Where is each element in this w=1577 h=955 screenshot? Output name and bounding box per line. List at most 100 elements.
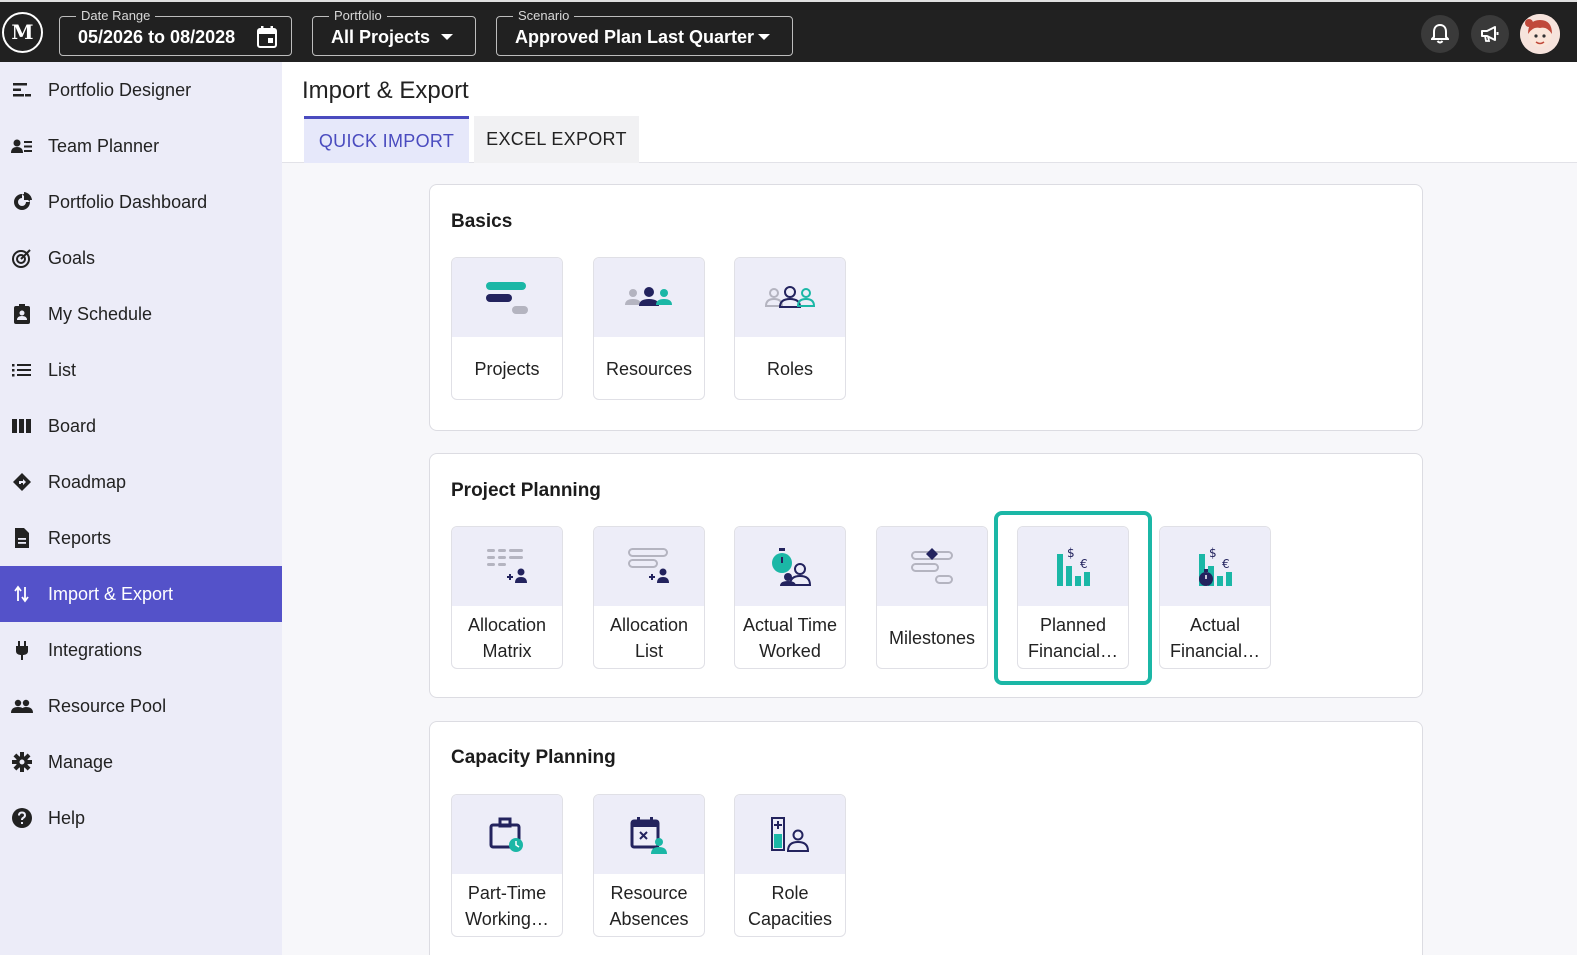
reports-icon xyxy=(11,527,33,549)
allocation-list-icon xyxy=(628,547,669,583)
sidebar-item-manage[interactable]: Manage xyxy=(0,734,282,790)
sidebar-item-reports[interactable]: Reports xyxy=(0,510,282,566)
tile-label: Resources xyxy=(605,359,693,379)
tile-milestones[interactable]: Milestones xyxy=(876,526,988,669)
sidebar-item-import-export[interactable]: Import & Export xyxy=(0,566,282,622)
schedule-icon xyxy=(11,303,33,325)
team-planner-icon xyxy=(11,135,33,157)
user-avatar[interactable] xyxy=(1520,14,1560,54)
sidebar-item-label: Integrations xyxy=(48,640,143,660)
tile-part-time-working[interactable]: Part-Time Working… xyxy=(451,794,563,937)
announcements-button[interactable] xyxy=(1471,15,1509,53)
role-capacities-icon xyxy=(771,816,810,852)
sidebar-item-label: My Schedule xyxy=(48,304,153,324)
sidebar-item-board[interactable]: Board xyxy=(0,398,282,454)
megaphone-icon xyxy=(1481,26,1499,42)
sidebar-item-integrations[interactable]: Integrations xyxy=(0,622,282,678)
tile-resources[interactable]: Resources xyxy=(593,257,705,400)
sidebar-item-label: Import & Export xyxy=(48,584,174,604)
sidebar-item-label: Team Planner xyxy=(48,136,160,156)
tile-projects[interactable]: Projects xyxy=(451,257,563,400)
import-export-icon xyxy=(11,583,33,605)
capacity-planning-section: Capacity Planning Part-Time Working… Res… xyxy=(429,721,1423,955)
page-title: Import & Export xyxy=(302,77,469,104)
tile-label: Resource Absences xyxy=(609,883,689,929)
sidebar-item-list[interactable]: List xyxy=(0,342,282,398)
briefcase-clock-icon xyxy=(489,817,523,852)
sidebar-item-portfolio-designer[interactable]: Portfolio Designer xyxy=(0,62,282,118)
bell-icon xyxy=(1431,24,1449,44)
list-icon xyxy=(11,359,33,381)
tile-allocation-matrix[interactable]: Allocation Matrix xyxy=(451,526,563,669)
sidebar-item-help[interactable]: Help xyxy=(0,790,282,846)
page-header: Import & Export QUICK IMPORT EXCEL EXPOR… xyxy=(282,62,1577,163)
help-icon xyxy=(11,807,33,829)
calendar-icon[interactable] xyxy=(257,26,277,53)
resource-pool-icon xyxy=(11,695,33,717)
sidebar-item-label: Portfolio Dashboard xyxy=(48,192,208,212)
sidebar-item-label: Roadmap xyxy=(48,472,127,492)
sidebar-item-label: Board xyxy=(48,416,97,436)
tile-label: Actual Financial… xyxy=(1169,615,1261,661)
tile-role-capacities[interactable]: Role Capacities xyxy=(734,794,846,937)
tile-label: Part-Time Working… xyxy=(465,883,549,929)
chevron-down-icon xyxy=(441,34,453,40)
portfolio-value: All Projects xyxy=(331,27,431,47)
sidebar-item-label: Reports xyxy=(48,528,112,548)
sidebar-item-resource-pool[interactable]: Resource Pool xyxy=(0,678,282,734)
tile-actual-financials[interactable]: $ € Actual Financial… xyxy=(1159,526,1271,669)
sidebar-item-label: Portfolio Designer xyxy=(48,80,192,100)
tile-actual-time-worked[interactable]: Actual Time Worked xyxy=(734,526,846,669)
date-range-picker[interactable]: Date Range 05/2026 to 08/2028 xyxy=(59,8,292,56)
scenario-value: Approved Plan Last Quarter xyxy=(515,27,755,47)
project-planning-section: Project Planning Allocation Matrix Alloc… xyxy=(429,453,1423,698)
scenario-label: Scenario xyxy=(513,8,575,24)
roles-icon xyxy=(764,285,816,308)
sidebar-item-portfolio-dashboard[interactable]: Portfolio Dashboard xyxy=(0,174,282,230)
allocation-matrix-icon xyxy=(487,548,527,583)
tile-roles[interactable]: Roles xyxy=(734,257,846,400)
chevron-down-icon xyxy=(758,34,770,40)
tile-resource-absences[interactable]: Resource Absences xyxy=(593,794,705,937)
app-logo[interactable]: M xyxy=(2,12,43,53)
tile-label: Role Capacities xyxy=(747,883,833,929)
portfolio-label: Portfolio xyxy=(329,8,387,24)
board-icon xyxy=(11,415,33,437)
gear-icon xyxy=(11,751,33,773)
svg-text:€: € xyxy=(1222,557,1230,571)
sidebar-item-label: Help xyxy=(48,808,86,828)
sidebar: Portfolio Designer Team Planner Portfoli… xyxy=(0,62,282,955)
selection-highlight xyxy=(994,511,1152,685)
tab-quick-import[interactable]: QUICK IMPORT xyxy=(304,116,469,163)
section-title: Basics xyxy=(451,211,513,232)
tile-label: Milestones xyxy=(888,628,976,648)
sidebar-item-roadmap[interactable]: Roadmap xyxy=(0,454,282,510)
projects-icon xyxy=(486,281,528,314)
actual-financials-icon: $€ xyxy=(1199,546,1232,586)
sidebar-item-label: Goals xyxy=(48,248,96,268)
date-range-label: Date Range xyxy=(76,8,156,24)
sidebar-item-label: List xyxy=(48,360,77,380)
notifications-button[interactable] xyxy=(1421,15,1459,53)
scenario-select[interactable]: Scenario Approved Plan Last Quarter xyxy=(496,8,793,56)
top-bar: M Date Range 05/2026 to 08/2028 Portfoli… xyxy=(0,0,1577,62)
milestones-icon xyxy=(911,547,953,584)
tile-label: Allocation List xyxy=(609,615,689,661)
goals-icon xyxy=(11,247,33,269)
tile-label: Projects xyxy=(474,359,540,379)
tile-label: Allocation Matrix xyxy=(467,615,547,661)
sidebar-item-goals[interactable]: Goals xyxy=(0,230,282,286)
tab-excel-export[interactable]: EXCEL EXPORT xyxy=(474,116,639,163)
sidebar-item-label: Resource Pool xyxy=(48,696,167,716)
portfolio-select[interactable]: Portfolio All Projects xyxy=(312,8,476,56)
date-range-value: 05/2026 to 08/2028 xyxy=(78,27,236,47)
section-title: Project Planning xyxy=(451,480,601,501)
sidebar-item-team-planner[interactable]: Team Planner xyxy=(0,118,282,174)
tile-label: Roles xyxy=(766,359,814,379)
tile-allocation-list[interactable]: Allocation List xyxy=(593,526,705,669)
dashboard-icon xyxy=(11,191,33,213)
stopwatch-user-icon xyxy=(772,547,812,586)
portfolio-designer-icon xyxy=(11,79,33,101)
roadmap-icon xyxy=(11,471,33,493)
sidebar-item-my-schedule[interactable]: My Schedule xyxy=(0,286,282,342)
